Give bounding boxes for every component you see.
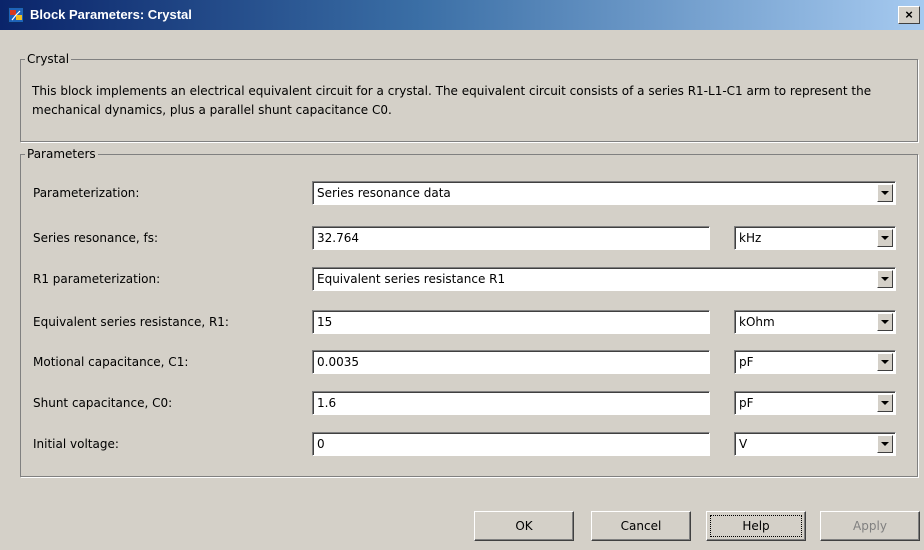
initial-voltage-unit-dropdown[interactable]: V [734, 432, 896, 456]
window-title: Block Parameters: Crystal [30, 7, 192, 22]
c1-unit-dropdown[interactable]: pF [734, 350, 896, 374]
chevron-down-icon[interactable] [877, 229, 893, 247]
r1-unit-dropdown[interactable]: kOhm [734, 310, 896, 334]
c0-input[interactable]: 1.6 [312, 391, 710, 415]
series-resonance-unit-dropdown[interactable]: kHz [734, 226, 896, 250]
c0-unit-dropdown[interactable]: pF [734, 391, 896, 415]
chevron-down-icon[interactable] [877, 313, 893, 331]
block-description: This block implements an electrical equi… [32, 84, 872, 117]
title-bar: Block Parameters: Crystal × [0, 0, 924, 30]
series-resonance-unit: kHz [739, 231, 762, 245]
c1-unit: pF [739, 355, 754, 369]
c0-label: Shunt capacitance, C0: [33, 396, 173, 410]
parameterization-label: Parameterization: [33, 186, 140, 200]
initial-voltage-unit: V [739, 437, 748, 451]
r1-parameterization-label: R1 parameterization: [33, 272, 161, 286]
r1-label: Equivalent series resistance, R1: [33, 315, 229, 329]
r1-input[interactable]: 15 [312, 310, 710, 334]
close-button[interactable]: × [898, 6, 920, 24]
simulink-block-icon [8, 7, 24, 23]
apply-button[interactable]: Apply [820, 511, 920, 541]
parameterization-dropdown[interactable]: Series resonance data [312, 181, 896, 205]
initial-voltage-label: Initial voltage: [33, 437, 119, 451]
cancel-button[interactable]: Cancel [591, 511, 691, 541]
c0-unit: pF [739, 396, 754, 410]
chevron-down-icon[interactable] [877, 353, 893, 371]
r1-unit: kOhm [739, 315, 775, 329]
chevron-down-icon[interactable] [877, 394, 893, 412]
initial-voltage-input[interactable]: 0 [312, 432, 710, 456]
chevron-down-icon[interactable] [877, 270, 893, 288]
r1-parameterization-dropdown[interactable]: Equivalent series resistance R1 [312, 267, 896, 291]
series-resonance-input[interactable]: 32.764 [312, 226, 710, 250]
parameterization-value: Series resonance data [317, 186, 451, 200]
help-button[interactable]: Help [706, 511, 806, 541]
series-resonance-label: Series resonance, fs: [33, 231, 159, 245]
chevron-down-icon[interactable] [877, 435, 893, 453]
c1-label: Motional capacitance, C1: [33, 355, 189, 369]
chevron-down-icon[interactable] [877, 184, 893, 202]
description-group-legend: Crystal [27, 52, 70, 66]
ok-button[interactable]: OK [474, 511, 574, 541]
r1-parameterization-value: Equivalent series resistance R1 [317, 272, 506, 286]
parameters-group-legend: Parameters [27, 147, 96, 161]
c1-input[interactable]: 0.0035 [312, 350, 710, 374]
